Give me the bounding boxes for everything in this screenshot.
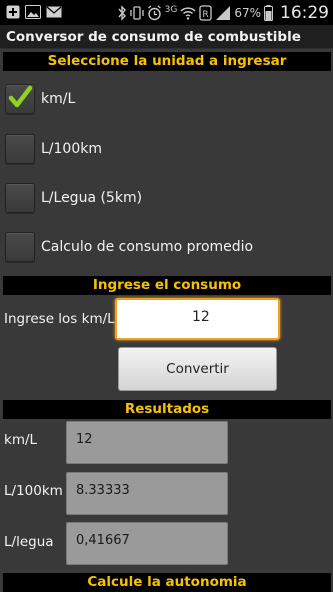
result-field-l100km: 8.33333 bbox=[66, 472, 228, 515]
convert-button[interactable]: Convertir bbox=[118, 347, 277, 391]
network-type-label: 3G bbox=[164, 5, 178, 15]
app-title-bar: Conversor de consumo de combustible bbox=[0, 25, 333, 49]
results-section-header: Resultados bbox=[3, 400, 331, 419]
consumption-input-value: 12 bbox=[192, 309, 210, 325]
plus-notification-icon bbox=[6, 5, 20, 19]
signal-bars-icon bbox=[216, 6, 231, 20]
clock: 16:29 bbox=[280, 3, 329, 23]
result-value: 0,41667 bbox=[76, 533, 130, 548]
checkmark-icon bbox=[8, 85, 33, 108]
unit-section-header: Seleccione la unidad a ingresar bbox=[3, 52, 331, 71]
result-value: 8.33333 bbox=[76, 483, 130, 498]
option-label: L/Legua (5km) bbox=[41, 190, 143, 206]
checkbox-average[interactable] bbox=[5, 232, 35, 262]
app-title: Conversor de consumo de combustible bbox=[6, 29, 301, 45]
option-label: Calculo de consumo promedio bbox=[41, 239, 254, 255]
wifi-icon bbox=[180, 7, 196, 20]
result-label-llegua: L/legua bbox=[4, 534, 54, 550]
battery-icon bbox=[264, 5, 273, 21]
notification-icons bbox=[6, 5, 62, 19]
option-llegua[interactable]: L/Legua (5km) bbox=[5, 181, 142, 215]
sync-icon: R bbox=[199, 5, 212, 21]
mail-icon bbox=[46, 6, 62, 18]
svg-text:R: R bbox=[203, 10, 209, 20]
option-label: L/100km bbox=[41, 141, 102, 157]
consumption-input[interactable]: 12 bbox=[115, 298, 280, 340]
autonomy-section-header: Calcule la autonomia bbox=[3, 573, 331, 592]
option-l100km[interactable]: L/100km bbox=[5, 132, 102, 166]
result-value: 12 bbox=[76, 432, 93, 447]
result-field-llegua: 0,41667 bbox=[66, 522, 228, 565]
image-notification-icon bbox=[25, 5, 41, 19]
option-average[interactable]: Calculo de consumo promedio bbox=[5, 230, 253, 264]
battery-percent: 67% bbox=[234, 6, 261, 20]
result-field-kml: 12 bbox=[66, 421, 228, 464]
system-status-icons: 3G R 67% 16:29 bbox=[117, 3, 329, 23]
status-bar: 3G R 67% 16:29 bbox=[0, 0, 333, 25]
alarm-icon bbox=[147, 5, 161, 21]
option-label: km/L bbox=[41, 91, 76, 107]
result-label-kml: km/L bbox=[4, 432, 38, 448]
consumption-input-label: Ingrese los km/L bbox=[4, 311, 115, 327]
option-kml[interactable]: km/L bbox=[5, 82, 75, 116]
vibrate-icon bbox=[129, 6, 144, 20]
result-label-l100km: L/100km bbox=[4, 483, 63, 499]
checkbox-l100km[interactable] bbox=[5, 134, 35, 164]
bluetooth-icon bbox=[118, 5, 126, 21]
checkbox-llegua[interactable] bbox=[5, 183, 35, 213]
checkbox-kml[interactable] bbox=[5, 84, 35, 114]
input-section-header: Ingrese el consumo bbox=[3, 276, 331, 295]
